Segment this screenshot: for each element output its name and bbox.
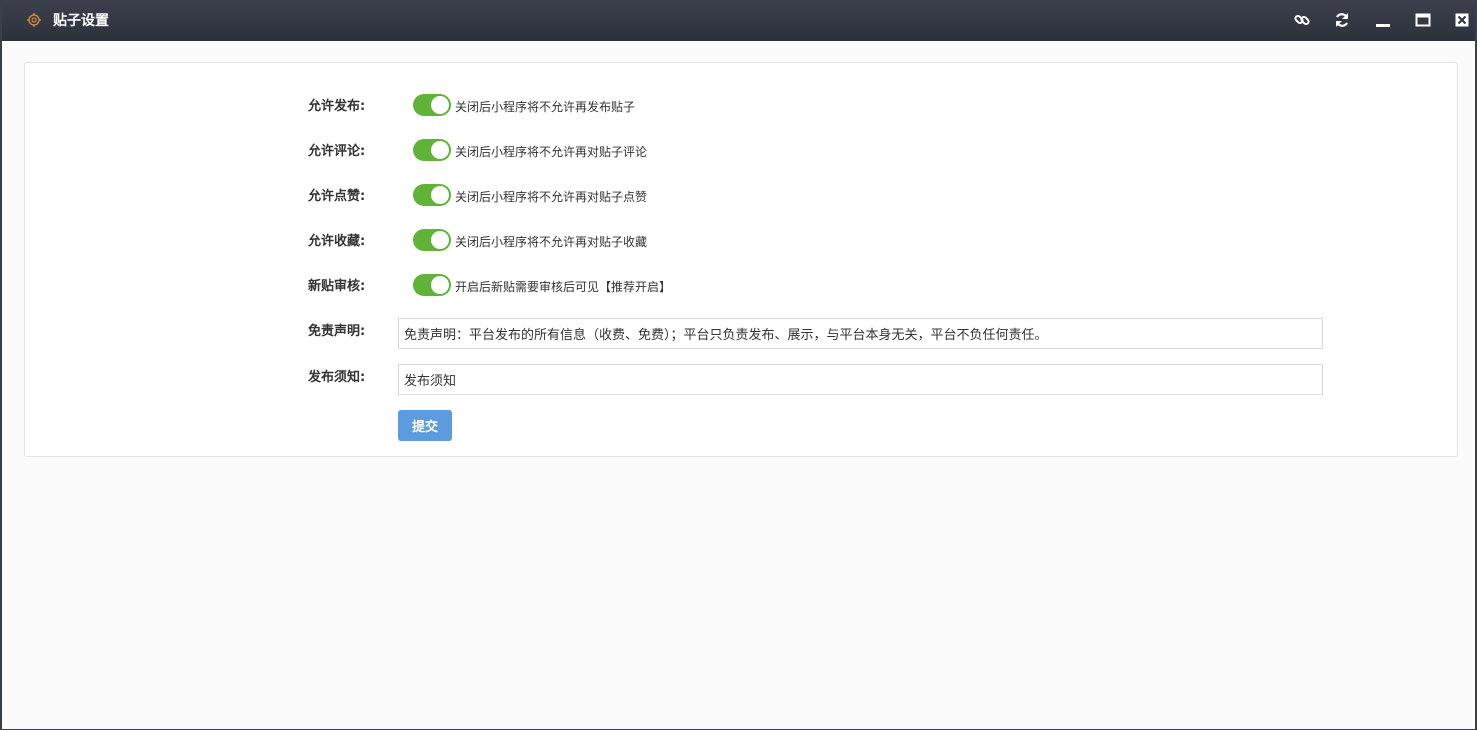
toggle-knob	[431, 96, 449, 114]
maximize-icon[interactable]	[1413, 10, 1433, 30]
allow-like-hint: 关闭后小程序将不允许再对贴子点赞	[455, 190, 648, 204]
toggle-knob	[431, 186, 449, 204]
toggle-knob	[431, 276, 449, 294]
disclaimer-label: 免责声明:	[308, 324, 366, 339]
allow-favorite-label: 允许收藏:	[308, 234, 366, 249]
allow-comment-hint: 关闭后小程序将不允许再对贴子评论	[455, 145, 648, 159]
settings-form-card: 允许发布: 关闭后小程序将不允许再发布贴子 允许评论: 关闭后小程序将不允许再对…	[24, 62, 1458, 457]
title-bar: 贴子设置	[2, 0, 1475, 41]
allow-comment-toggle[interactable]	[413, 139, 451, 161]
disclaimer-input[interactable]	[398, 318, 1323, 349]
post-review-toggle[interactable]	[413, 274, 451, 296]
window-title: 贴子设置	[53, 13, 109, 29]
submit-button[interactable]: 提交	[398, 410, 452, 441]
allow-publish-label: 允许发布:	[308, 99, 366, 114]
allow-like-toggle[interactable]	[413, 184, 451, 206]
allow-like-label: 允许点赞:	[308, 189, 366, 204]
allow-publish-toggle[interactable]	[413, 94, 451, 116]
settings-window: 贴子设置 允许发布: 关闭后小程序将不允许再发布贴子 允许评论: 关闭后小程序将…	[0, 0, 1477, 730]
allow-comment-label: 允许评论:	[308, 144, 366, 159]
close-icon[interactable]	[1452, 10, 1472, 30]
post-review-label: 新贴审核:	[308, 279, 366, 294]
link-icon[interactable]	[1292, 10, 1312, 30]
publish-notice-input[interactable]	[398, 364, 1323, 395]
refresh-icon[interactable]	[1332, 10, 1352, 30]
toggle-knob	[431, 231, 449, 249]
publish-notice-label: 发布须知:	[308, 370, 366, 385]
toggle-knob	[431, 141, 449, 159]
post-review-hint: 开启后新贴需要审核后可见【推荐开启】	[455, 280, 672, 294]
allow-publish-hint: 关闭后小程序将不允许再发布贴子	[455, 100, 636, 114]
allow-favorite-toggle[interactable]	[413, 229, 451, 251]
allow-favorite-hint: 关闭后小程序将不允许再对贴子收藏	[455, 235, 648, 249]
settings-icon	[26, 12, 42, 28]
minimize-icon[interactable]	[1373, 10, 1393, 30]
